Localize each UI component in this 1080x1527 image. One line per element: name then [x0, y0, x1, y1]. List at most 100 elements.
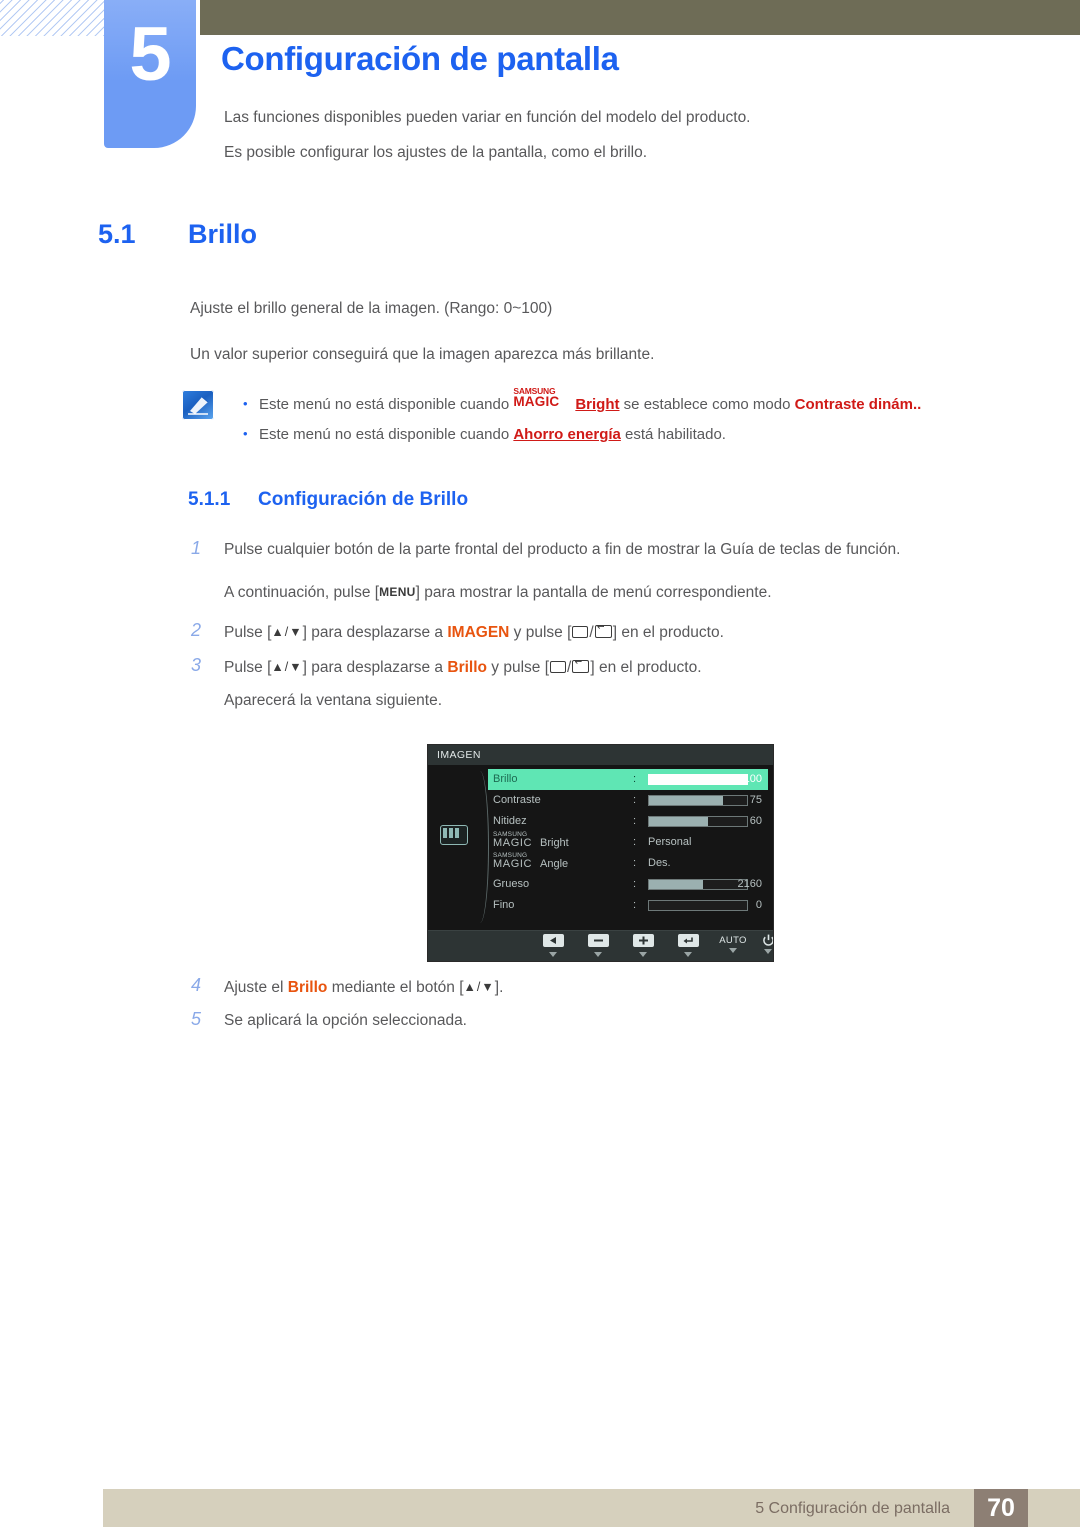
- magic-bright-link: Bright: [575, 396, 620, 413]
- osd-slider[interactable]: [648, 900, 748, 911]
- enter-key[interactable]: [671, 934, 705, 957]
- step-2-mid2: y pulse [: [509, 624, 572, 641]
- step-number-1: 1: [191, 538, 202, 558]
- minus-icon: [587, 934, 609, 947]
- step-1-sub-post: ] para mostrar la pantalla de menú corre…: [415, 584, 772, 601]
- osd-colon: :: [633, 899, 637, 911]
- osd-value: 100: [743, 773, 762, 785]
- step-3-slash: /: [567, 659, 572, 676]
- osd-slider[interactable]: [648, 774, 748, 785]
- osd-value: Personal: [648, 836, 692, 848]
- step-2-post: ] en el producto.: [612, 624, 724, 641]
- decorative-hatch-strip: [0, 0, 104, 36]
- power-icon: [751, 934, 773, 947]
- chapter-lead-line-2: Es posible configurar los ajustes de la …: [224, 144, 648, 161]
- step-text-4: Ajuste el Brillo mediante el botón [▲/▼]…: [224, 977, 503, 998]
- step-4-target: Brillo: [287, 979, 328, 996]
- chevron-down-icon: [594, 952, 602, 957]
- note-pencil-icon: [182, 390, 214, 420]
- step-text-3: Pulse [▲/▼] para desplazarse a Brillo y …: [224, 657, 702, 678]
- osd-row-grueso[interactable]: Grueso : 2160: [488, 874, 768, 895]
- step-number-4: 4: [191, 975, 202, 995]
- step-2-pre: Pulse [: [224, 624, 272, 641]
- magic-suffix: Bright: [540, 837, 569, 849]
- section-title: Brillo: [188, 219, 258, 249]
- step-4-pre: Ajuste el: [224, 979, 288, 996]
- plus-key[interactable]: [626, 934, 660, 957]
- osd-value: 0: [755, 899, 762, 911]
- osd-colon: :: [633, 836, 637, 848]
- chapter-number: 5: [129, 12, 171, 97]
- note-row-1-mid: se establece como modo: [619, 396, 795, 413]
- auto-key[interactable]: AUTO: [716, 934, 750, 953]
- updown-arrow-icon: ▲/▼: [463, 980, 495, 994]
- step-2-target: IMAGEN: [447, 624, 510, 641]
- osd-slider[interactable]: [648, 795, 748, 806]
- osd-row-magic-angle[interactable]: SAMSUNG MAGIC Angle : Des.: [488, 852, 768, 874]
- menu-key-label: MENU: [379, 585, 416, 599]
- samsung-magic-tag: SAMSUNG MAGIC Bright: [493, 831, 615, 850]
- step-text-1: Pulse cualquier botón de la parte fronta…: [224, 541, 901, 558]
- osd-curve-divider: [474, 771, 489, 923]
- osd-row-brillo[interactable]: Brillo : 100: [488, 769, 768, 790]
- osd-row-fino[interactable]: Fino : 0: [488, 895, 768, 916]
- osd-body: Brillo : 100 Contraste : 75 Nitidez : 60…: [428, 765, 773, 931]
- note-bullet-row-2: • Este menú no está disponible cuando Aho…: [243, 424, 726, 445]
- note-row-2-post: está habilitado.: [620, 426, 726, 443]
- osd-label: SAMSUNG MAGIC Angle: [493, 852, 615, 871]
- samsung-magic-tag: SAMSUNG MAGIC: [513, 387, 575, 409]
- osd-label: SAMSUNG MAGIC Bright: [493, 831, 615, 850]
- minus-key[interactable]: [581, 934, 615, 957]
- header-olive-bar: [200, 0, 1080, 35]
- power-key[interactable]: [751, 934, 773, 954]
- osd-value: 60: [749, 815, 762, 827]
- chevron-down-icon: [549, 952, 557, 957]
- osd-colon: :: [633, 815, 637, 827]
- page-title: Configuración de pantalla: [221, 40, 619, 77]
- osd-label: Grueso: [493, 878, 530, 890]
- enter-key-icon: [594, 625, 612, 638]
- osd-slider[interactable]: [648, 816, 748, 827]
- osd-row-nitidez[interactable]: Nitidez : 60: [488, 811, 768, 832]
- ahorro-energia-link: Ahorro energía: [513, 426, 621, 443]
- chevron-down-icon: [764, 949, 772, 954]
- bullet-icon: •: [243, 396, 248, 411]
- updown-arrow-icon: ▲/▼: [271, 660, 303, 674]
- step-1-sub-pre: A continuación, pulse [: [224, 584, 380, 601]
- osd-title: IMAGEN: [428, 745, 773, 765]
- magic-label: MAGIC: [493, 858, 533, 870]
- updown-arrow-icon: ▲/▼: [271, 625, 303, 639]
- osd-row-magic-bright[interactable]: SAMSUNG MAGIC Bright : Personal: [488, 831, 768, 853]
- osd-slider[interactable]: [648, 879, 748, 890]
- osd-label: Fino: [493, 899, 515, 911]
- step-3-mid: ] para desplazarse a: [302, 659, 448, 676]
- osd-label: Contraste: [493, 794, 541, 806]
- osd-colon: :: [633, 878, 637, 890]
- step-2-mid: ] para desplazarse a: [302, 624, 448, 641]
- subsection-title: Configuración de Brillo: [258, 489, 469, 510]
- chapter-lead-line-1: Las funciones disponibles pueden variar …: [224, 109, 751, 126]
- step-text-3-sub: Aparecerá la ventana siguiente.: [224, 692, 443, 709]
- note-row-1-pre: Este menú no está disponible cuando: [259, 396, 514, 413]
- chevron-down-icon: [639, 952, 647, 957]
- page-number: 70: [974, 1489, 1028, 1527]
- osd-colon: :: [633, 773, 637, 785]
- note-bullet-row-1: • Este menú no está disponible cuando SAM…: [243, 387, 921, 415]
- osd-value: Des.: [648, 857, 671, 869]
- footer-text: 5 Configuración de pantalla: [755, 1500, 950, 1517]
- step-text-5: Se aplicará la opción seleccionada.: [224, 1012, 467, 1029]
- magic-label: MAGIC: [513, 394, 560, 409]
- osd-value: 2160: [737, 878, 762, 890]
- osd-label: Brillo: [493, 773, 518, 785]
- picture-icon: [440, 825, 468, 845]
- subsection-number: 5.1.1: [188, 489, 231, 510]
- osd-menu-screenshot: IMAGEN Brillo : 100 Contraste : 75 Nitid…: [427, 744, 774, 962]
- back-key[interactable]: [536, 934, 570, 957]
- bullet-icon: •: [243, 426, 248, 441]
- step-number-2: 2: [191, 620, 202, 640]
- chevron-down-icon: [729, 948, 737, 953]
- magic-label: MAGIC: [493, 837, 533, 849]
- osd-row-contraste[interactable]: Contraste : 75: [488, 790, 768, 811]
- step-3-pre: Pulse [: [224, 659, 272, 676]
- step-3-post: ] en el producto.: [590, 659, 702, 676]
